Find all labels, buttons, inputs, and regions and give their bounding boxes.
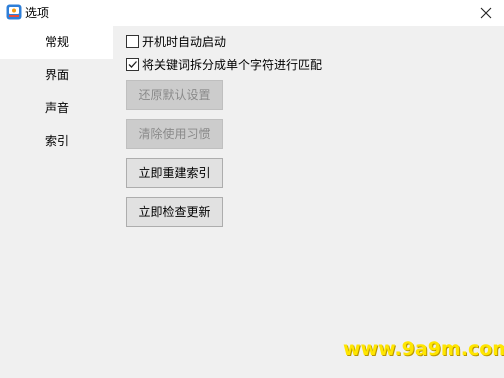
app-icon: [6, 4, 22, 20]
restore-defaults-button[interactable]: 还原默认设置: [126, 80, 223, 110]
sidebar-item-general[interactable]: 常规: [0, 26, 113, 59]
close-button[interactable]: [468, 0, 504, 26]
sidebar-item-sound[interactable]: 声音: [0, 92, 113, 125]
clear-habits-button[interactable]: 清除使用习惯: [126, 119, 223, 149]
autostart-option[interactable]: 开机时自动启动: [126, 32, 226, 50]
title-bar: 选项: [0, 0, 504, 26]
sidebar-item-label: 常规: [45, 35, 70, 49]
split-keyword-checkbox[interactable]: [126, 57, 139, 71]
rebuild-index-button[interactable]: 立即重建索引: [126, 158, 223, 188]
sidebar-item-label: 索引: [45, 134, 70, 148]
sidebar: 常规 界面 声音 索引: [0, 26, 113, 378]
split-keyword-label: 将关键词拆分成单个字符进行匹配: [142, 57, 323, 72]
close-icon: [480, 7, 492, 19]
sidebar-item-label: 界面: [45, 68, 70, 82]
sidebar-item-interface[interactable]: 界面: [0, 59, 113, 92]
sidebar-item-index[interactable]: 索引: [0, 125, 113, 158]
check-update-button[interactable]: 立即检查更新: [126, 197, 223, 227]
window-title: 选项: [25, 6, 50, 20]
split-keyword-option[interactable]: 将关键词拆分成单个字符进行匹配: [126, 55, 322, 73]
autostart-label: 开机时自动启动: [142, 34, 227, 49]
sidebar-item-label: 声音: [45, 101, 70, 115]
watermark: www.9a9m.com: [343, 338, 504, 360]
autostart-checkbox[interactable]: [126, 34, 139, 48]
checkmark-icon: [128, 60, 137, 68]
